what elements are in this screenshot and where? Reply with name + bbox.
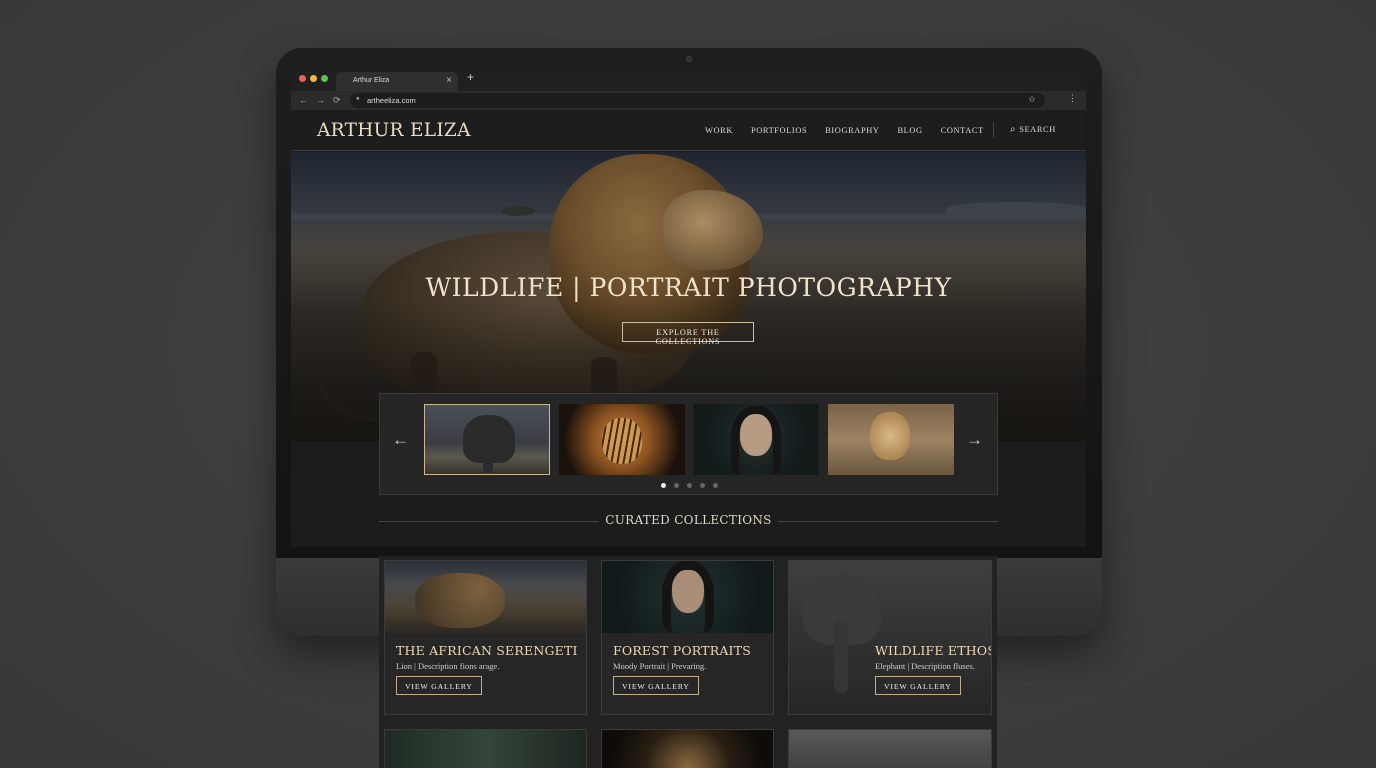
url-field[interactable]: ● artheeliza.com ☆ xyxy=(350,93,1045,108)
address-bar-row: ← → ⟳ ● artheeliza.com ☆ ⋮ xyxy=(291,91,1086,110)
collection-card[interactable]: FOREST PORTRAITS Moody Portrait | Prevar… xyxy=(601,560,774,715)
thumb-tiger[interactable] xyxy=(559,404,685,475)
nav-work[interactable]: WORK xyxy=(705,126,733,135)
card-description: Lion | Description fions arage. xyxy=(396,661,500,671)
carousel-dot[interactable] xyxy=(661,483,666,488)
bookmark-star-icon[interactable]: ☆ xyxy=(1028,94,1036,105)
thumbnail-carousel: ← → xyxy=(379,393,998,495)
carousel-dot[interactable] xyxy=(713,483,718,488)
card-image-portrait xyxy=(602,561,773,633)
acacia-tree xyxy=(501,206,535,216)
collections-grid: THE AFRICAN SERENGETI Lion | Description… xyxy=(379,556,997,768)
next-arrow-icon[interactable]: → xyxy=(966,430,983,450)
nav-blog[interactable]: BLOG xyxy=(898,126,923,135)
nav-biography[interactable]: BIOGRAPHY xyxy=(825,126,879,135)
prev-arrow-icon[interactable]: ← xyxy=(392,430,409,450)
card-title: FOREST PORTRAITS xyxy=(613,643,751,658)
search-button[interactable]: ⌕ SEARCH xyxy=(1010,124,1056,135)
tab-bar: Arthur Eliza × + xyxy=(291,67,1086,91)
card-title: WILDLIFE ETHOS xyxy=(875,643,992,658)
site-header: ARTHUR ELIZA WORK PORTFOLIOS BIOGRAPHY B… xyxy=(291,110,1086,151)
lion-face xyxy=(663,190,763,270)
view-gallery-button[interactable]: VIEW GALLERY xyxy=(613,676,699,695)
reload-icon[interactable]: ⟳ xyxy=(333,95,341,106)
curated-heading: CURATED COLLECTIONS xyxy=(605,513,772,527)
minimize-window-dot[interactable] xyxy=(310,75,317,82)
curated-heading-row: CURATED COLLECTIONS xyxy=(379,513,998,529)
view-gallery-button[interactable]: VIEW GALLERY xyxy=(396,676,482,695)
nav-contact[interactable]: CONTACT xyxy=(941,126,984,135)
thumb-portrait[interactable] xyxy=(693,404,819,475)
main-nav: WORK PORTFOLIOS BIOGRAPHY BLOG CONTACT xyxy=(705,126,1002,135)
card-title: THE AFRICAN SERENGETI xyxy=(396,643,578,658)
view-gallery-button[interactable]: VIEW GALLERY xyxy=(875,676,961,695)
carousel-dot[interactable] xyxy=(687,483,692,488)
collection-card-cheetah[interactable] xyxy=(601,729,774,768)
search-label: SEARCH xyxy=(1019,125,1056,134)
carousel-dots xyxy=(661,483,718,488)
back-icon[interactable]: ← xyxy=(299,95,308,105)
card-description: Moody Portrait | Prevaring. xyxy=(613,661,707,671)
collection-card-forest[interactable] xyxy=(384,729,587,768)
tab-close-icon[interactable]: × xyxy=(446,75,452,86)
explore-collections-button[interactable]: EXPLORE THE COLLECTIONS xyxy=(622,322,754,346)
collection-card[interactable]: THE AFRICAN SERENGETI Lion | Description… xyxy=(384,560,587,715)
collection-card-elephant[interactable] xyxy=(788,729,992,768)
site-logo[interactable]: ARTHUR ELIZA xyxy=(317,120,471,141)
close-window-dot[interactable] xyxy=(299,75,306,82)
maximize-window-dot[interactable] xyxy=(321,75,328,82)
forward-icon[interactable]: → xyxy=(316,95,325,105)
elephant-trunk xyxy=(834,621,848,693)
screen: Arthur Eliza × + ← → ⟳ ● artheeliza.com … xyxy=(291,67,1086,547)
nav-portfolios[interactable]: PORTFOLIOS xyxy=(751,126,807,135)
tab-title: Arthur Eliza xyxy=(353,77,390,84)
thumb-cheetah[interactable] xyxy=(828,404,954,475)
nav-divider xyxy=(993,122,994,138)
collection-card[interactable]: WILDLIFE ETHOS Elephant | Description fl… xyxy=(788,560,992,715)
carousel-dot[interactable] xyxy=(700,483,705,488)
camera-icon xyxy=(686,56,692,62)
distant-hill xyxy=(946,202,1086,216)
card-image-lion xyxy=(385,561,586,633)
new-tab-icon[interactable]: + xyxy=(467,70,474,84)
search-icon: ⌕ xyxy=(1010,124,1017,135)
card-description: Elephant | Description fluses. xyxy=(875,661,975,671)
lock-icon: ● xyxy=(356,96,360,102)
url-text: artheeliza.com xyxy=(367,96,416,105)
hero-title: WILDLIFE | PORTRAIT PHOTOGRAPHY xyxy=(425,273,952,302)
carousel-dot[interactable] xyxy=(674,483,679,488)
browser-chrome: Arthur Eliza × + ← → ⟳ ● artheeliza.com … xyxy=(291,67,1086,110)
browser-tab[interactable]: Arthur Eliza × xyxy=(336,72,458,91)
thumb-elephant[interactable] xyxy=(424,404,550,475)
browser-menu-icon[interactable]: ⋮ xyxy=(1068,93,1077,104)
